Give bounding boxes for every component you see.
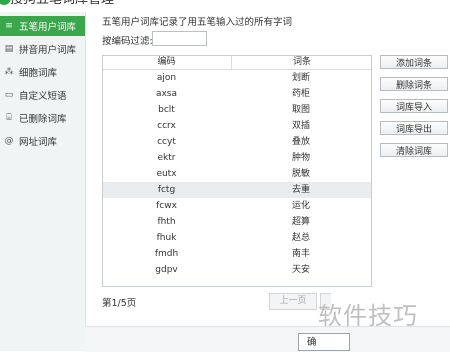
table-row[interactable]: ektr 肿物 — [103, 150, 371, 166]
table-row[interactable]: fhuk 赵总 — [103, 230, 371, 246]
column-header-code[interactable]: 编码 — [103, 56, 230, 69]
export-dict-button[interactable]: 词库导出 — [380, 121, 448, 135]
sidebar-item-cell-dict[interactable]: ⁂ 细胞词库 — [0, 62, 85, 82]
table-row[interactable]: fcwx 运化 — [103, 198, 371, 214]
sidebar-item-wubi-user-dict[interactable]: ≡ 五笔用户词库 — [0, 16, 85, 36]
cell-word: 天安 — [291, 265, 310, 275]
page-description: 五笔用户词库记录了用五笔输入过的所有字词 — [102, 17, 293, 28]
prev-page-button[interactable]: 上一页 — [269, 293, 317, 310]
document-icon: ▤ — [4, 44, 14, 54]
filter-label: 按编码过滤: — [102, 36, 153, 47]
table-row[interactable]: gdpv 天安 — [103, 262, 371, 278]
sidebar-item-label: 细胞词库 — [19, 68, 58, 79]
cell-word: 药柜 — [291, 89, 310, 99]
table-row[interactable]: ccyt 叠放 — [103, 134, 371, 150]
sidebar: ≡ 五笔用户词库 ▤ 拼音用户词库 ⁂ 细胞词库 ▭ 自定义短语 ⌸ 已删除词库… — [0, 12, 86, 351]
cell-word: 划断 — [291, 73, 310, 83]
table-row[interactable]: eutx 脱敏 — [103, 166, 371, 182]
table-row[interactable]: bclt 取图 — [103, 102, 371, 118]
sidebar-item-custom-phrases[interactable]: ▭ 自定义短语 — [0, 85, 85, 105]
cell-word: 赵总 — [291, 233, 310, 243]
sidebar-item-label: 拼音用户词库 — [19, 45, 77, 56]
cell-word: 取图 — [291, 105, 310, 115]
cell-code: ektr — [157, 153, 176, 163]
dict-table: 编码 词条 ajon 划断 axsa 药柜 bclt 取图 ccrx 双插 ccyt 叠放… — [102, 55, 372, 287]
sidebar-item-label: 网址词库 — [19, 137, 58, 148]
cell-word: 去重 — [291, 185, 310, 195]
title-bar: 搜狗五笔词库管理 — [0, 0, 450, 12]
window-title: 搜狗五笔词库管理 — [10, 0, 114, 8]
add-entry-button[interactable]: 添加词条 — [380, 55, 448, 69]
table-row[interactable]: fmdh 南丰 — [103, 246, 371, 262]
sidebar-item-pinyin-user-dict[interactable]: ▤ 拼音用户词库 — [0, 39, 85, 59]
cell-word: 双插 — [291, 121, 310, 131]
sidebar-item-url-dict[interactable]: @ 网址词库 — [0, 131, 85, 151]
page-indicator: 第1/5页 — [102, 298, 137, 309]
trash-icon: ⌸ — [6, 113, 12, 123]
sidebar-item-label: 自定义短语 — [19, 91, 67, 102]
table-header: 编码 词条 — [103, 56, 371, 70]
cell-word: 肿物 — [291, 153, 310, 163]
cell-code: bclt — [158, 105, 175, 115]
cell-code: gdpv — [155, 265, 178, 275]
cell-word: 运化 — [291, 201, 310, 211]
list-icon: ≡ — [5, 21, 13, 31]
phrase-icon: ▭ — [4, 90, 14, 100]
cell-code: fhth — [157, 217, 176, 227]
cell-code: fhuk — [156, 233, 177, 243]
delete-entry-button[interactable]: 删除词条 — [380, 77, 448, 91]
sidebar-item-label: 已删除词库 — [19, 114, 67, 125]
cell-code: eutx — [156, 169, 177, 179]
cell-code: ccyt — [157, 137, 176, 147]
confirm-button[interactable]: 确 — [298, 333, 350, 351]
table-row[interactable]: ccrx 双插 — [103, 118, 371, 134]
table-row[interactable]: axsa 药柜 — [103, 86, 371, 102]
column-header-word[interactable]: 词条 — [231, 56, 371, 69]
cell-code: ccrx — [157, 121, 176, 131]
sidebar-item-deleted-dict[interactable]: ⌸ 已删除词库 — [0, 108, 85, 128]
cell-code: fcwx — [156, 201, 177, 211]
cell-word: 脱敏 — [291, 169, 310, 179]
table-row-selected[interactable]: fctg 去重 — [103, 182, 371, 198]
code-filter-input[interactable] — [152, 31, 207, 46]
clear-dict-button[interactable]: 清除词库 — [380, 143, 448, 157]
table-row[interactable]: ajon 划断 — [103, 70, 371, 86]
cell-word: 南丰 — [291, 249, 310, 259]
cell-word: 叠放 — [291, 137, 310, 147]
sidebar-item-label: 五笔用户词库 — [19, 22, 77, 33]
cell-word: 超算 — [291, 217, 310, 227]
cell-code: fmdh — [154, 249, 179, 259]
cell-code: fctg — [157, 185, 176, 195]
cell-code: axsa — [155, 89, 178, 99]
table-row[interactable]: fhth 超算 — [103, 214, 371, 230]
watermark: 软件技巧 — [318, 302, 418, 330]
at-sign-icon: @ — [4, 136, 14, 146]
cells-icon: ⁂ — [4, 67, 14, 77]
import-dict-button[interactable]: 词库导入 — [380, 99, 448, 113]
cell-code: ajon — [156, 73, 177, 83]
